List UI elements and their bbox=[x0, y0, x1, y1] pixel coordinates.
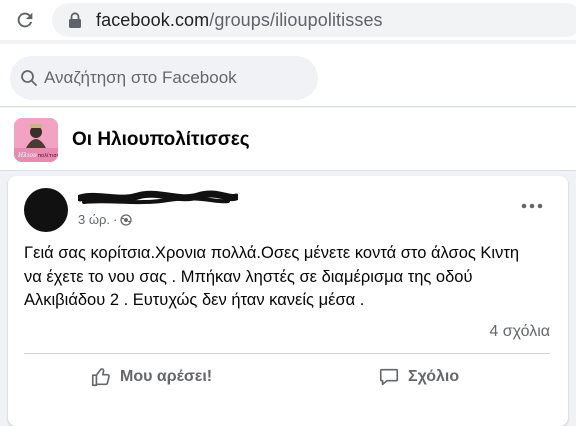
search-input[interactable]: Αναζήτηση στο Facebook bbox=[10, 56, 318, 100]
comments-count[interactable]: 4 σχόλια bbox=[489, 323, 550, 341]
url-text[interactable]: facebook.com/groups/ilioupolitisses bbox=[96, 10, 383, 31]
url-path: /groups/ilioupolitisses bbox=[209, 10, 383, 30]
comment-label: Σχόλιο bbox=[408, 368, 460, 385]
thumbs-up-icon bbox=[91, 368, 110, 387]
url-host: facebook.com bbox=[96, 10, 210, 30]
search-placeholder: Αναζήτηση στο Facebook bbox=[44, 68, 237, 87]
lock-icon[interactable] bbox=[68, 12, 82, 28]
post-time[interactable]: 3 ώρ. bbox=[78, 212, 110, 227]
search-icon bbox=[21, 70, 37, 86]
svg-text:Ηλιου: Ηλιου bbox=[17, 152, 37, 159]
like-label: Μου αρέσει! bbox=[120, 368, 213, 385]
group-logo-icon: Ηλιου πολίτισσ bbox=[14, 118, 58, 162]
post-meta: 3 ώρ. · bbox=[78, 212, 132, 227]
actions-divider bbox=[24, 353, 550, 354]
like-button[interactable]: Μου αρέσει! bbox=[90, 366, 212, 388]
svg-text:πολίτισσ: πολίτισσ bbox=[38, 152, 58, 159]
meta-separator: · bbox=[113, 212, 118, 227]
group-name[interactable]: Οι Ηλιουπολίτισσες bbox=[72, 129, 250, 151]
address-bar[interactable]: facebook.com/groups/ilioupolitisses bbox=[52, 3, 576, 37]
post-text-line: Γειά σας κορίτσια.Χρονια πολλά.Οσες μένε… bbox=[24, 244, 520, 262]
author-avatar[interactable] bbox=[24, 188, 68, 232]
globe-icon[interactable] bbox=[120, 213, 132, 226]
browser-toolbar: facebook.com/groups/ilioupolitisses bbox=[0, 0, 576, 40]
comment-button[interactable]: Σχόλιο bbox=[378, 366, 459, 388]
comment-bubble-icon bbox=[379, 368, 399, 386]
more-options-icon[interactable] bbox=[518, 198, 546, 214]
reload-icon[interactable] bbox=[14, 9, 36, 31]
group-header: Ηλιου πολίτισσ Οι Ηλιουπολίτισσες bbox=[0, 108, 576, 171]
post-card: 3 ώρ. · Γειά σας κορίτσια.Χρονια πολλά.Ο… bbox=[8, 176, 568, 426]
group-avatar[interactable]: Ηλιου πολίτισσ bbox=[14, 118, 58, 162]
facebook-header: Αναζήτηση στο Facebook bbox=[0, 44, 576, 107]
post-text-line: Αλκιβιάδου 2 . Ευτυχώς δεν ήταν κανείς μ… bbox=[24, 291, 365, 309]
post-text: Γειά σας κορίτσια.Χρονια πολλά.Οσες μένε… bbox=[24, 242, 544, 313]
author-name-redacted[interactable] bbox=[78, 190, 238, 208]
post-text-line: να έχετε το νου σας . Μπήκαν ληστές σε δ… bbox=[24, 267, 473, 286]
